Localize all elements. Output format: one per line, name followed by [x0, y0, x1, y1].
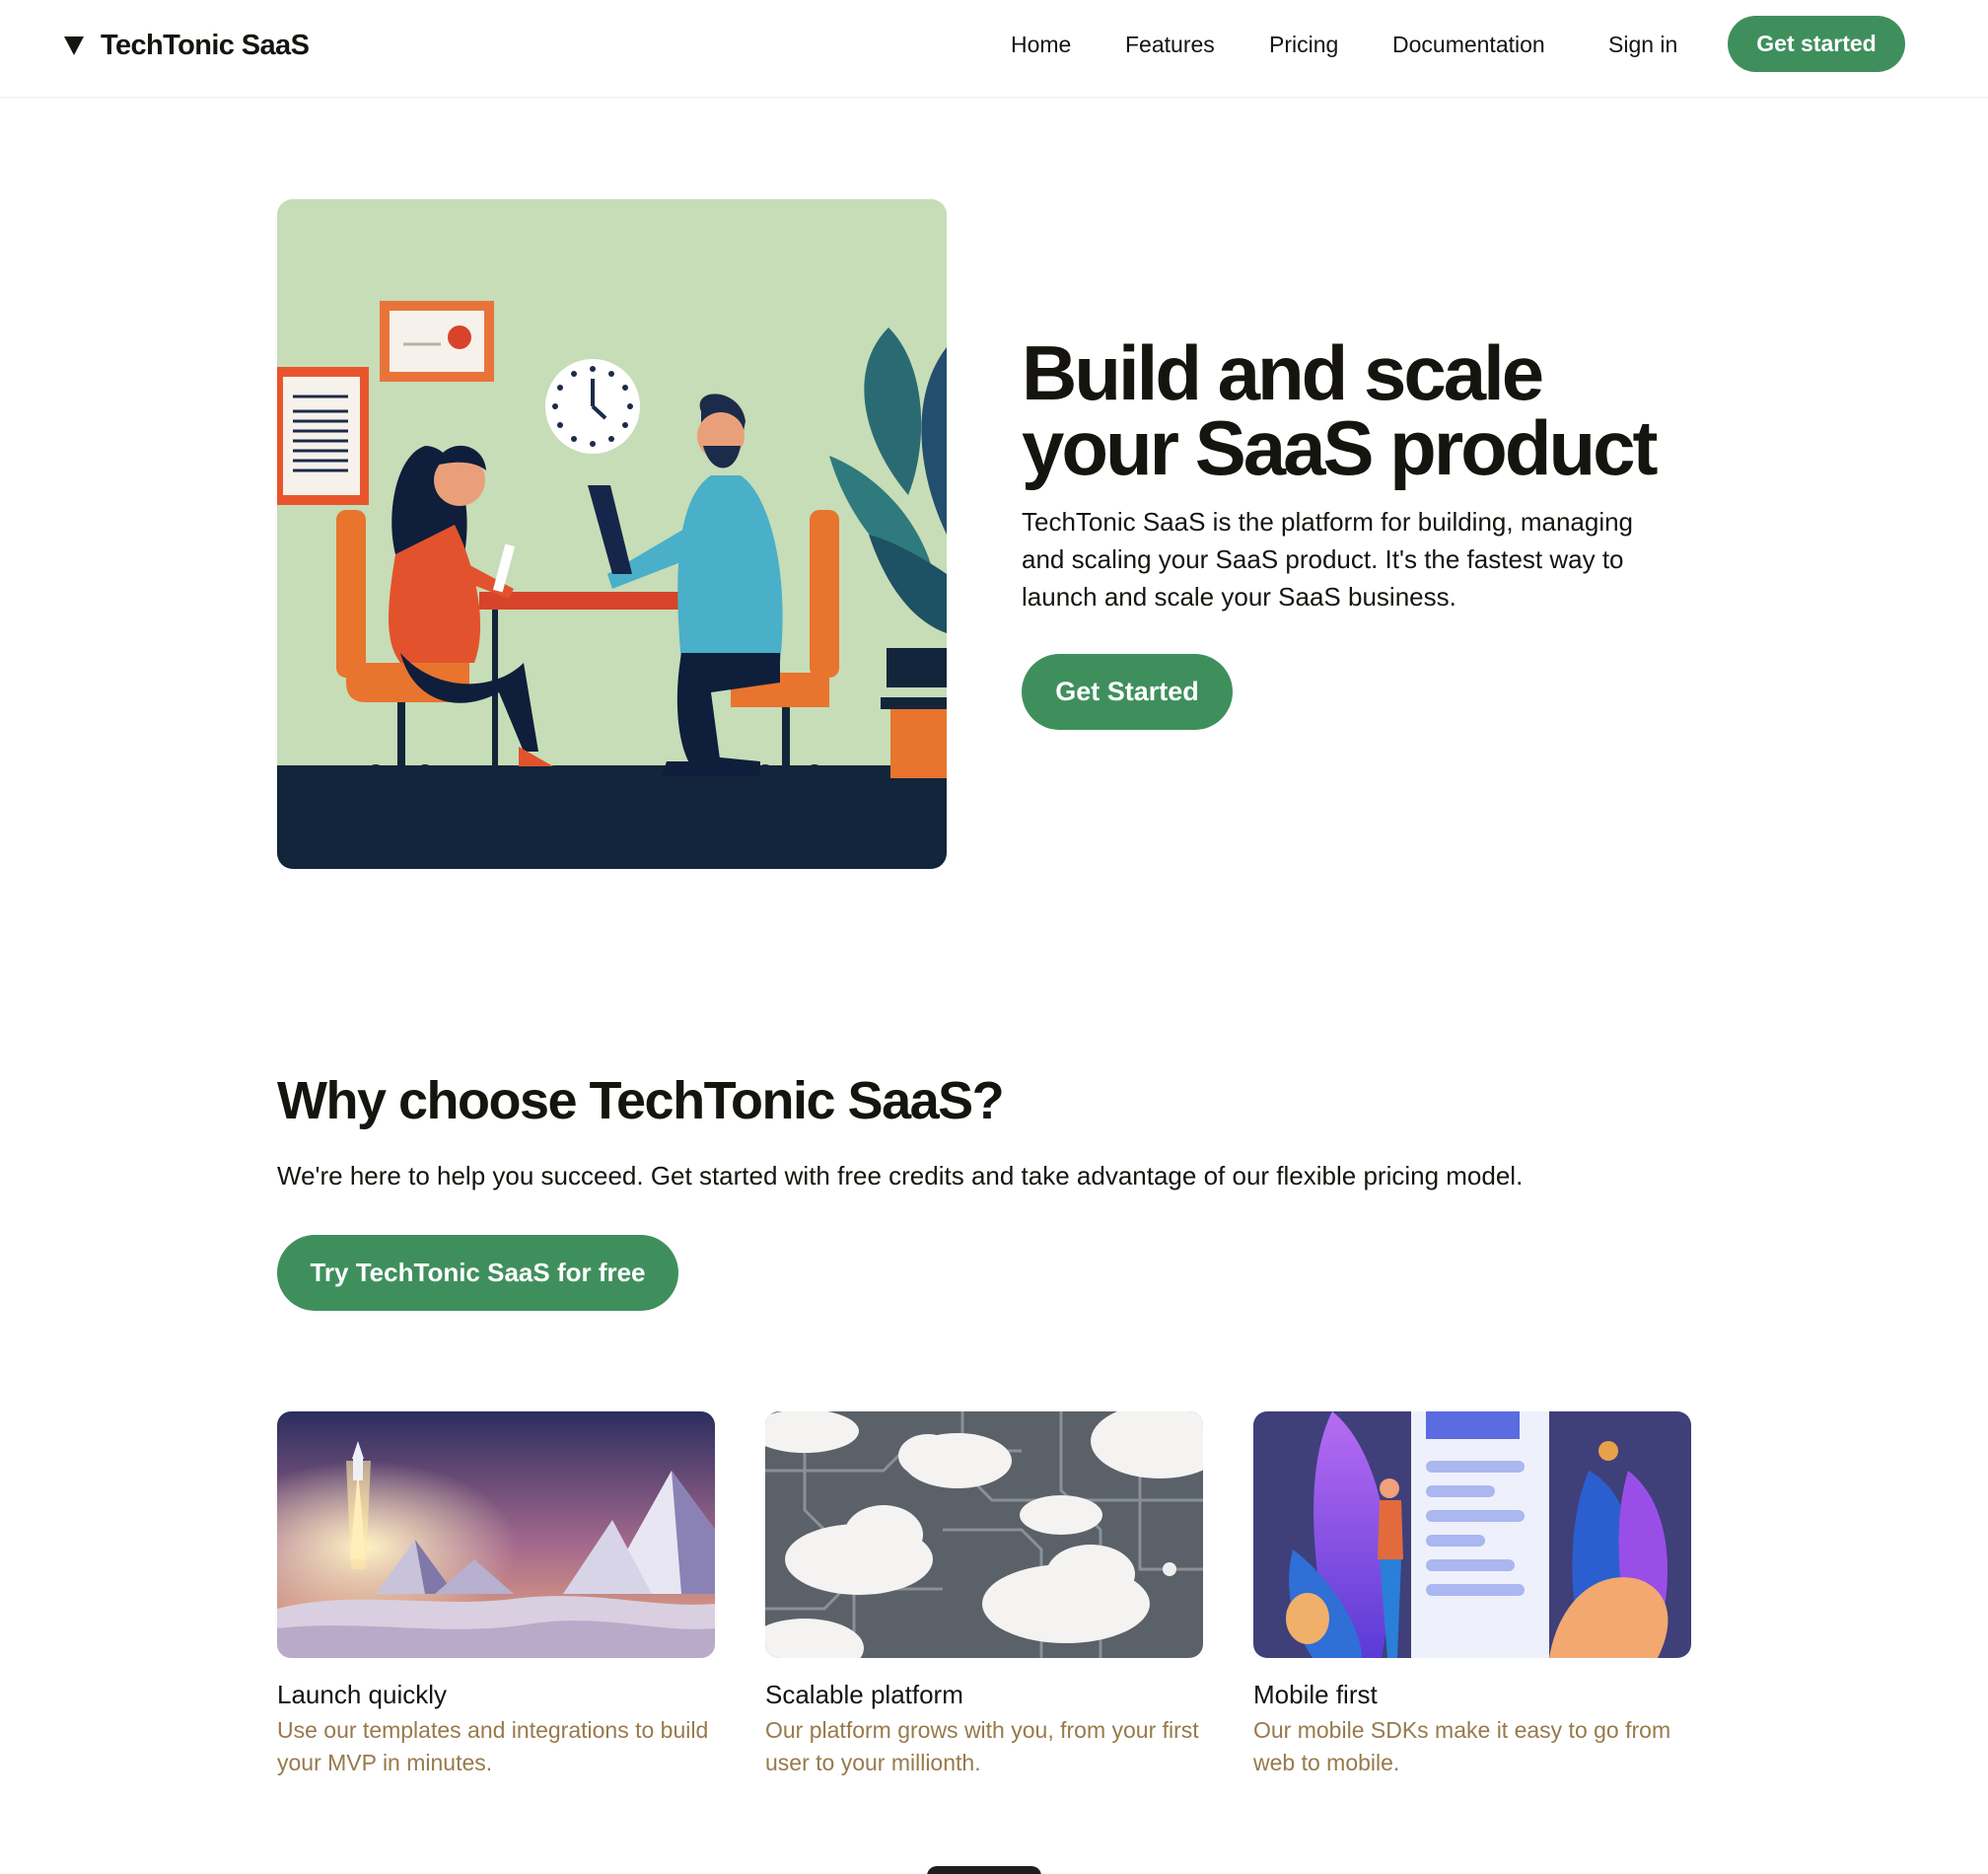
hero-description: TechTonic SaaS is the platform for build… [1022, 507, 1634, 612]
nav-features[interactable]: Features [1125, 32, 1215, 58]
feature-desc-mobile: Our mobile SDKs make it easy to go from … [1253, 1717, 1671, 1775]
feature-card-scalable: Scalable platform Our platform grows wit… [765, 1411, 1203, 1779]
feature-title-launch: Launch quickly [277, 1680, 447, 1709]
feature-title-scalable: Scalable platform [765, 1680, 963, 1709]
rocket-launch-illustration [277, 1411, 715, 1658]
office-coworkers-illustration [277, 199, 947, 869]
feature-card-launch: Launch quickly Use our templates and int… [277, 1411, 715, 1779]
top-navbar: TechTonic SaaS Home Features Pricing Doc… [0, 0, 1988, 98]
brand-name: TechTonic SaaS [101, 29, 310, 61]
get-started-nav-button[interactable]: Get started [1728, 16, 1905, 72]
nav-home[interactable]: Home [1011, 32, 1071, 58]
why-choose-heading: Why choose TechTonic SaaS? [277, 1071, 1005, 1130]
hero-title-line-1: Build and scale [1022, 329, 1544, 416]
try-free-button[interactable]: Try TechTonic SaaS for free [277, 1235, 678, 1311]
brand-logo[interactable]: TechTonic SaaS [63, 26, 310, 65]
hero-title: Build and scale your SaaS product [1022, 329, 1712, 491]
feature-desc-scalable: Our platform grows with you, from your f… [765, 1717, 1199, 1775]
hero-title-line-2: your SaaS product [1022, 404, 1658, 491]
cloud-network-illustration [765, 1411, 1203, 1658]
triangle-logo-icon [64, 36, 84, 55]
hero-get-started-button[interactable]: Get Started [1022, 654, 1233, 730]
feature-desc-launch: Use our templates and integrations to bu… [277, 1717, 709, 1775]
nav-sign-in[interactable]: Sign in [1608, 32, 1677, 58]
feature-card-mobile: Mobile first Our mobile SDKs make it eas… [1253, 1411, 1691, 1779]
feature-title-mobile: Mobile first [1253, 1680, 1378, 1709]
hero-illustration [277, 199, 947, 869]
mobile-app-illustration [1253, 1411, 1691, 1658]
nav-pricing[interactable]: Pricing [1269, 32, 1338, 58]
floating-pill [927, 1866, 1041, 1874]
why-choose-description: We're here to help you succeed. Get star… [277, 1161, 1524, 1190]
nav-documentation[interactable]: Documentation [1392, 32, 1545, 58]
